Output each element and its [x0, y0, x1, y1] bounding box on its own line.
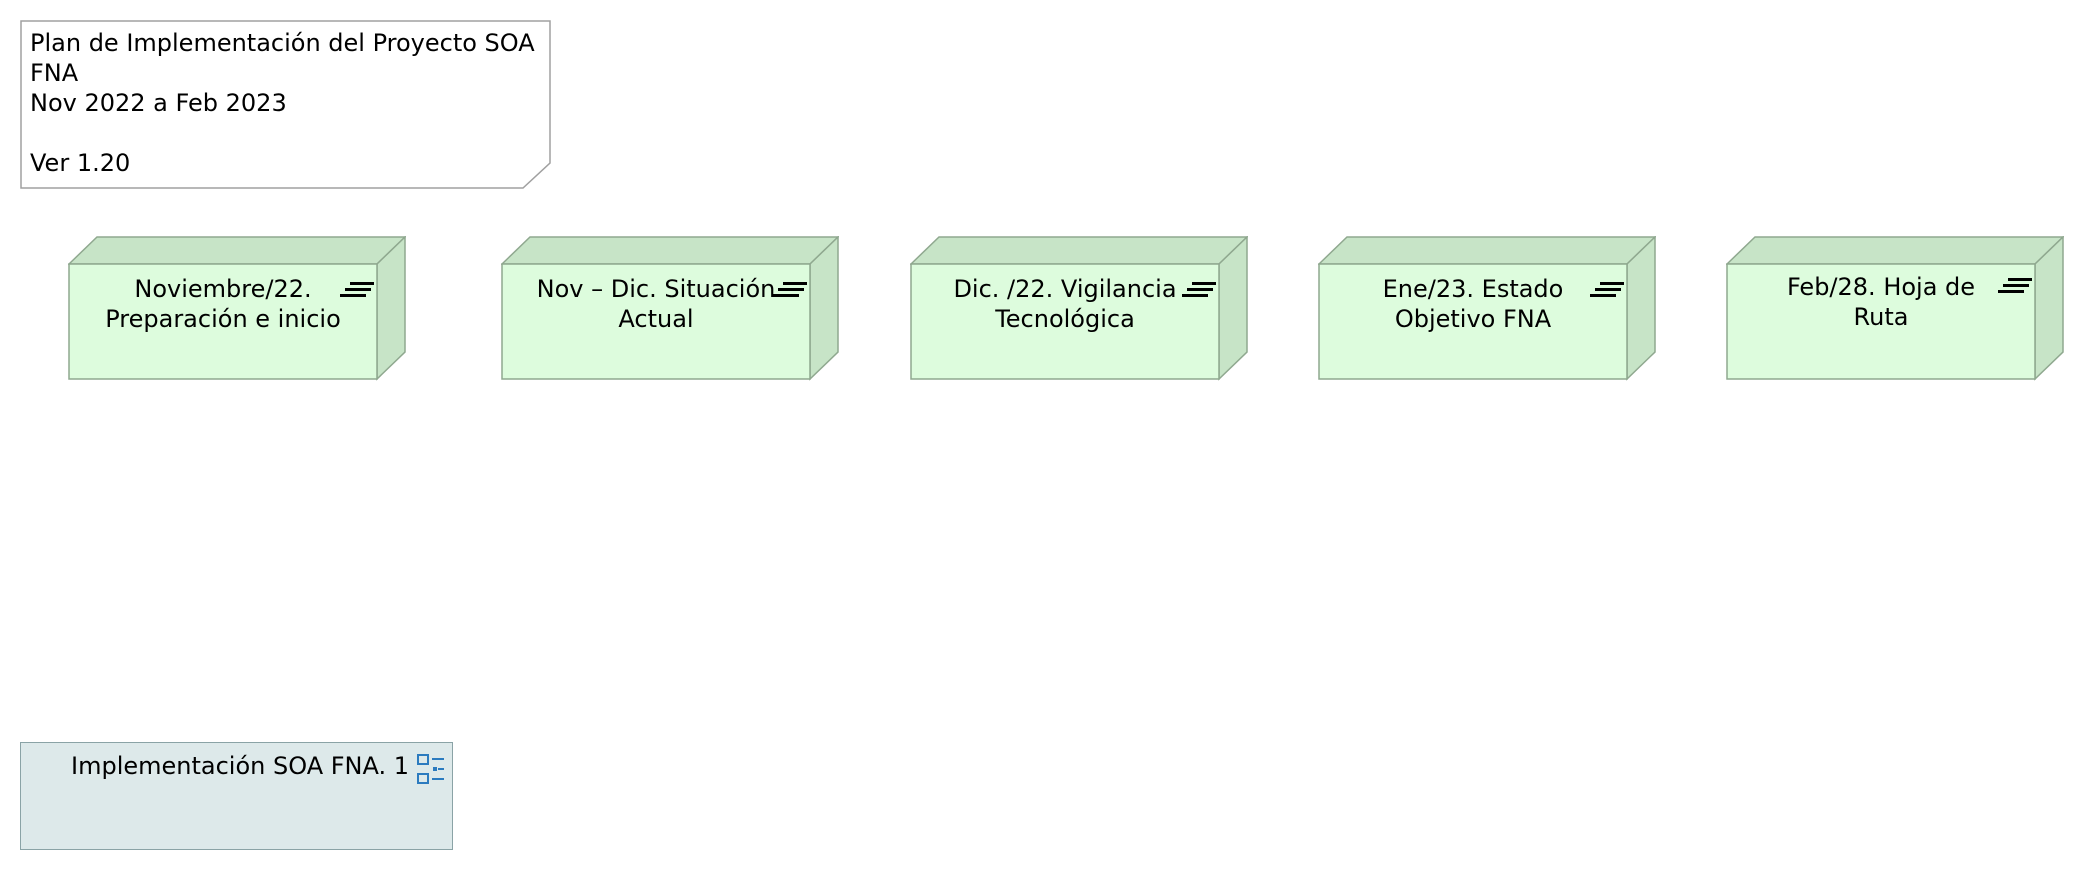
- work-package-node[interactable]: Ene/23. Estado Objetivo FNA: [1318, 236, 1656, 381]
- node-label: Noviembre/22. Preparación e inicio: [105, 275, 341, 333]
- work-package-icon: [1182, 282, 1216, 297]
- node-label: Ene/23. Estado Objetivo FNA: [1382, 275, 1564, 333]
- node-label: Feb/28. Hoja de Ruta: [1786, 273, 1976, 331]
- work-package-node[interactable]: Nov – Dic. Situación Actual: [501, 236, 839, 381]
- work-package-icon: [1998, 278, 2032, 293]
- work-package-node[interactable]: Noviembre/22. Preparación e inicio: [68, 236, 406, 381]
- work-package-icon: [340, 282, 374, 297]
- work-package-icon: [1590, 282, 1624, 297]
- work-package-icon: [773, 282, 807, 297]
- diagram-title-note[interactable]: Plan de Implementación del Proyecto SOA …: [20, 20, 551, 190]
- node-label: Nov – Dic. Situación Actual: [536, 275, 776, 333]
- note-text: Plan de Implementación del Proyecto SOA …: [30, 29, 535, 177]
- plateau-label: Implementación SOA FNA. 1: [71, 752, 410, 780]
- plateau-box[interactable]: Implementación SOA FNA. 1: [20, 742, 453, 850]
- work-package-node[interactable]: Feb/28. Hoja de Ruta: [1726, 236, 2064, 381]
- node-label: Dic. /22. Vigilancia Tecnológica: [953, 275, 1177, 333]
- grouping-icon: [417, 754, 444, 784]
- work-package-node[interactable]: Dic. /22. Vigilancia Tecnológica: [910, 236, 1248, 381]
